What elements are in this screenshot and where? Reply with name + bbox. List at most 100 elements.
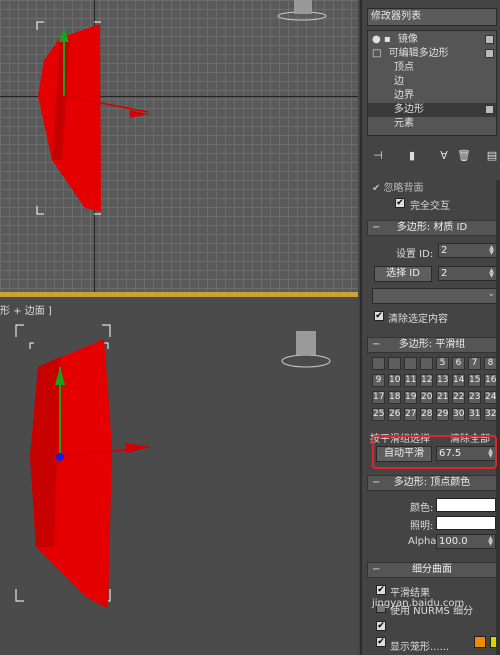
pin-icon[interactable]: ⊣	[371, 148, 385, 164]
modifier-stack[interactable]: ● ▪ 镜像 □ 可编辑多边形 顶点 边 边界 多边形 元素	[367, 30, 497, 136]
vertex-colors-rollout-header[interactable]: − 多边形: 顶点颜色	[367, 475, 497, 491]
viewcube-bottom[interactable]	[296, 331, 316, 355]
gizmo-center[interactable]	[56, 453, 64, 461]
material-name-dropdown[interactable]: ⌄	[372, 288, 498, 304]
smoothing-group-button[interactable]: 14	[452, 374, 465, 387]
stack-item-label: 多边形	[394, 104, 424, 115]
show-cage-checkbox[interactable]: ✔	[376, 621, 386, 631]
smoothing-rollout-header[interactable]: − 多边形: 平滑组	[367, 337, 497, 353]
select-id-button[interactable]: 选择 ID	[374, 266, 432, 282]
smoothing-group-button[interactable]: 22	[452, 391, 465, 404]
stack-item-mirror[interactable]: ● ▪ 镜像	[368, 33, 496, 47]
stack-toggle[interactable]	[485, 49, 494, 58]
subdivision-rollout-header[interactable]: − 细分曲面	[367, 562, 497, 578]
spinner-arrows-icon[interactable]: ▲ ▼	[488, 268, 495, 279]
stack-item-prefix[interactable]: □	[372, 48, 381, 59]
stack-toggle[interactable]	[485, 35, 494, 44]
smoothing-group-button[interactable]: 7	[468, 357, 481, 370]
select-id-spinner[interactable]: 2 ▲ ▼	[438, 266, 497, 281]
set-id-label: 设置 ID:	[396, 249, 434, 260]
stack-item-element[interactable]: 元素	[368, 117, 496, 131]
smoothing-group-button[interactable]: 26	[388, 408, 401, 421]
clear-selection-label: 清除选定内容	[388, 314, 448, 325]
mesh-front-view[interactable]	[0, 297, 358, 655]
configure-icon[interactable]: ▤	[485, 148, 499, 164]
collapse-icon[interactable]: −	[372, 476, 380, 490]
smoothing-group-button[interactable]: 19	[404, 391, 417, 404]
viewport-bottom-label[interactable]: 形 + 边面 ]	[0, 302, 52, 317]
spinner-arrows-icon[interactable]: ▲ ▼	[488, 245, 495, 256]
smoothing-group-button[interactable]: 31	[468, 408, 481, 421]
stack-item-label: 边	[394, 76, 404, 87]
modifier-list-dropdown[interactable]: 修改器列表	[367, 8, 497, 26]
stack-item-editable-poly[interactable]: □ 可编辑多边形	[368, 47, 496, 61]
smoothing-group-button[interactable]: 20	[420, 391, 433, 404]
stack-item-border[interactable]: 边界	[368, 89, 496, 103]
stack-item-edge[interactable]: 边	[368, 75, 496, 89]
viewcube-ring-bottom	[281, 354, 331, 368]
panel-scrollbar[interactable]	[496, 180, 500, 655]
stack-toolbar: ⊣ ▮ ∀ 🗑 ▤	[367, 148, 500, 166]
red-mesh-top[interactable]	[38, 24, 101, 212]
smoothing-group-button[interactable]: 21	[436, 391, 449, 404]
smoothing-group-button[interactable]: 10	[388, 374, 401, 387]
smoothing-group-button[interactable]: 23	[468, 391, 481, 404]
stack-item-label: 元素	[394, 118, 414, 129]
clear-selection-checkbox[interactable]: ✔	[374, 311, 384, 321]
smoothing-group-button[interactable]: 18	[388, 391, 401, 404]
smoothing-group-button[interactable]: 15	[468, 374, 481, 387]
illumination-color-swatch[interactable]	[436, 516, 496, 530]
set-id-spinner[interactable]: 2 ▲ ▼	[438, 243, 497, 258]
stack-toggle[interactable]	[485, 105, 494, 114]
cage-color-swatch-1[interactable]	[474, 636, 486, 648]
smoothing-group-button[interactable]: 28	[420, 408, 433, 421]
smoothing-group-button[interactable]: 5	[436, 357, 449, 370]
ignore-backfacing-partial[interactable]: ✔ 忽略背面	[372, 179, 424, 194]
smoothing-group-button[interactable]: 13	[436, 374, 449, 387]
viewcube-top[interactable]	[294, 0, 312, 14]
smoothing-group-button[interactable]: 11	[404, 374, 417, 387]
stack-item-polygon[interactable]: 多边形	[368, 103, 496, 117]
smooth-result-checkbox[interactable]: ✔	[376, 585, 386, 595]
smoothing-group-button[interactable]: 29	[436, 408, 449, 421]
collapse-icon[interactable]: −	[372, 338, 380, 352]
mesh-top-view[interactable]	[0, 0, 358, 292]
full-interaction-checkbox[interactable]: ✔	[395, 198, 405, 208]
smoothing-group-button[interactable]	[404, 357, 417, 370]
unique-icon[interactable]: ∀	[437, 148, 451, 164]
collapse-icon[interactable]: −	[372, 563, 380, 577]
remove-icon[interactable]: 🗑	[457, 148, 471, 164]
smoothing-group-button[interactable]	[372, 357, 385, 370]
smoothing-group-button[interactable]: 12	[420, 374, 433, 387]
smoothing-group-button[interactable]: 27	[404, 408, 417, 421]
full-interaction-label: 完全交互	[410, 201, 450, 212]
material-id-rollout-header[interactable]: − 多边形: 材质 ID	[367, 220, 497, 236]
smoothing-group-button[interactable]: 17	[372, 391, 385, 404]
smoothing-group-button[interactable]: 30	[452, 408, 465, 421]
rollout-title: 细分曲面	[412, 564, 452, 575]
illumination-label: 照明:	[410, 521, 434, 532]
spinner-arrows-icon[interactable]: ▲ ▼	[487, 536, 494, 547]
command-panel: 修改器列表 ● ▪ 镜像 □ 可编辑多边形 顶点 边 边界 多边形 元素 ⊣ ▮…	[360, 0, 500, 655]
viewport-bottom[interactable]	[0, 297, 358, 655]
smoothing-group-button[interactable]: 9	[372, 374, 385, 387]
alpha-spinner[interactable]: 100.0 ▲ ▼	[436, 534, 496, 549]
collapse-icon[interactable]: −	[372, 221, 380, 235]
spinner-value[interactable]: 100.0	[439, 536, 468, 547]
spinner-value[interactable]: 2	[441, 268, 447, 279]
show-cage-checkbox-2[interactable]: ✔	[376, 637, 386, 647]
smoothing-group-grid: 5 6 7 8 9 10 11 12 13 14 15 16 17 18 19 20 21 22 23 24 25 26 2…	[372, 357, 500, 427]
smoothing-group-button[interactable]: 25	[372, 408, 385, 421]
viewport-top[interactable]	[0, 0, 358, 292]
stack-icon[interactable]: ▮	[405, 148, 419, 164]
chevron-down-icon[interactable]: ⌄	[487, 289, 495, 299]
vertex-color-swatch[interactable]	[436, 498, 496, 512]
smoothing-group-button[interactable]	[388, 357, 401, 370]
smoothing-group-button[interactable]	[420, 357, 433, 370]
rollout-title: 多边形: 平滑组	[398, 339, 466, 350]
stack-item-vertex[interactable]: 顶点	[368, 61, 496, 75]
stack-item-prefix[interactable]: ● ▪	[372, 34, 391, 45]
spinner-value[interactable]: 2	[441, 245, 447, 256]
smoothing-group-button[interactable]: 6	[452, 357, 465, 370]
rollout-title: 多边形: 材质 ID	[396, 222, 468, 233]
